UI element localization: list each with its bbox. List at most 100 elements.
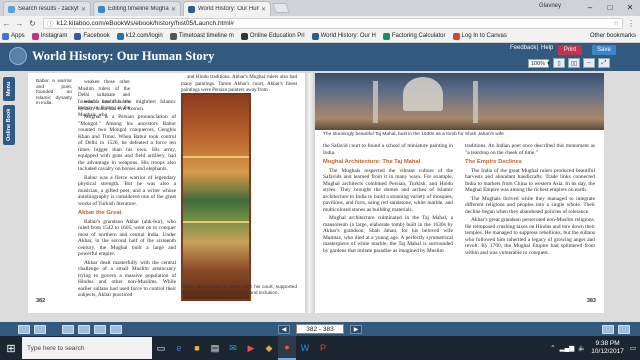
section-heading: Mughal Architecture: The Taj Mahal [323, 159, 421, 165]
bookmark-star-icon[interactable]: ☆ [613, 19, 619, 27]
edge-icon[interactable]: e [170, 336, 188, 360]
feedback-link[interactable]: Feedback [510, 45, 536, 51]
other-bookmarks[interactable]: Other bookmarks [590, 33, 636, 39]
close-tab-icon[interactable]: ✕ [261, 6, 266, 13]
minimize-icon[interactable]: – [580, 0, 600, 14]
media-player-icon[interactable]: ▶ [242, 336, 260, 360]
paragraph: would establish the mightiest Islamic dy… [78, 99, 176, 112]
page-range-input[interactable]: 382 - 383 [296, 324, 344, 334]
bookmark-canvas[interactable]: Log In to Canvas [452, 32, 507, 40]
photo-caption: The stunningly beautiful Taj Mahal, buil… [323, 132, 504, 137]
bookmark-page-icon [240, 32, 248, 40]
notifications-icon[interactable]: ▭ [630, 344, 636, 352]
bookmark-timetoast[interactable]: Timetoast timeline m [169, 32, 234, 40]
bookmark-label: Timetoast timeline m [178, 33, 234, 39]
powerpoint-icon[interactable]: P [314, 336, 332, 360]
show-hidden-icons-icon[interactable]: ⌃ [550, 344, 555, 352]
taskbar-search[interactable]: Type here to search [22, 337, 152, 359]
fit-width-icon[interactable]: ⇔ [583, 58, 595, 68]
k12-icon [116, 32, 124, 40]
settings-tool-icon[interactable] [618, 325, 630, 334]
paragraph: The Mughals thrived while they managed t… [465, 195, 595, 215]
app-icon[interactable]: ◆ [260, 336, 278, 360]
task-view-icon[interactable]: ▭ [152, 336, 170, 360]
next-page-icon[interactable]: ▶ [350, 325, 362, 334]
bookmark-factoring-calculator[interactable]: Factoring Calculator [382, 32, 446, 40]
book-gutter [305, 73, 315, 313]
menu-tab[interactable]: Menu [3, 77, 15, 101]
taskbar-clock[interactable]: 9:38 PM 10/12/2017 [591, 340, 624, 356]
close-tab-icon[interactable]: ✕ [81, 6, 86, 13]
network-icon[interactable]: ▂▄▆ [560, 344, 575, 352]
url-text: k12.kitaboo.com/eBookWs/ebook/history/hi… [56, 19, 234, 27]
bookmark-label: Facebook [83, 33, 110, 39]
tab-favicon-icon [188, 5, 195, 13]
minaret-shape [473, 81, 478, 123]
browser-menu-icon[interactable]: ⋮ [623, 19, 639, 28]
page-number-right: 383 [586, 298, 596, 304]
bookmark-apps[interactable]: Apps [2, 32, 25, 40]
section-heading: Akbar the Great [78, 210, 122, 216]
online-book-tab[interactable]: Online Book [3, 105, 15, 145]
timetoast-icon [169, 32, 177, 40]
back-icon[interactable]: ← [0, 19, 13, 28]
chrome-icon[interactable]: ● [278, 336, 296, 360]
bookmark-tool-icon[interactable] [18, 325, 30, 334]
profile-name[interactable]: Glavney [539, 3, 561, 9]
new-tab-button[interactable] [272, 3, 290, 13]
volume-icon[interactable]: 🔈 [578, 344, 586, 352]
bookmark-facebook[interactable]: Facebook [74, 32, 110, 40]
section-heading: The Empire Declines [465, 159, 523, 165]
windows-start-icon[interactable]: ⊞ [0, 336, 22, 360]
reload-icon[interactable]: ↻ [26, 19, 39, 28]
previous-page-icon[interactable]: ◀ [278, 325, 290, 334]
paragraph: and Hindu traditions. Akbar's Mughal rul… [181, 74, 297, 93]
tab-title: Editing timeline Mughal [108, 6, 169, 12]
bookmark-k12[interactable]: k12.com/login [116, 32, 163, 40]
bookmark-page-icon [311, 32, 319, 40]
browser-tab-editing-timeline[interactable]: Editing timeline Mughal ✕ [93, 1, 181, 16]
clock-date: 10/12/2017 [591, 348, 624, 355]
toc-tool-icon[interactable] [110, 325, 122, 334]
right-column-2-text: traditions. An Indian poet once describe… [465, 143, 595, 258]
store-icon[interactable]: ▤ [206, 336, 224, 360]
close-tab-icon[interactable]: ✕ [171, 6, 176, 13]
reader-footer: ◀ 382 - 383 ▶ [0, 322, 640, 336]
maximize-icon[interactable]: □ [600, 0, 620, 14]
search-placeholder: Type here to search [27, 344, 85, 352]
print-button[interactable]: Print [558, 45, 582, 55]
zoom-value: 100% [531, 60, 546, 67]
file-explorer-icon[interactable]: ■ [188, 336, 206, 360]
thumbnails-tool-icon[interactable] [602, 325, 614, 334]
info-icon[interactable]: ⓘ [47, 18, 54, 28]
help-link[interactable]: Help [541, 45, 553, 51]
paragraph: The Mughals respected the vibrant cultur… [323, 167, 453, 213]
ebook-header: World History: Our Human Story Feedback … [0, 43, 640, 71]
notes-tool-icon[interactable] [62, 325, 74, 334]
bookmark-world-history[interactable]: World History: Our H [311, 32, 376, 40]
painting-caption: Akbar, shown here at center with his cou… [181, 285, 297, 296]
word-icon[interactable]: W [296, 336, 314, 360]
taj-mahal-photo [315, 73, 604, 130]
double-page-view-icon[interactable]: ▯▯ [568, 58, 580, 68]
address-bar[interactable]: ⓘ k12.kitaboo.com/eBookWs/ebook/history/… [43, 17, 623, 29]
search-tool-icon[interactable] [94, 325, 106, 334]
mail-icon[interactable]: ✉ [224, 336, 242, 360]
tab-favicon-icon [98, 5, 105, 13]
browser-tab-search-results[interactable]: Search results - zackyfiv ✕ [3, 1, 91, 16]
single-page-view-icon[interactable]: ▯ [553, 58, 565, 68]
pen-tool-icon[interactable] [78, 325, 90, 334]
bookmark-online-education[interactable]: Online Education Pri [240, 32, 305, 40]
highlight-tool-icon[interactable] [34, 325, 46, 334]
save-button[interactable]: Save [592, 45, 616, 55]
help-separator: | [537, 45, 539, 51]
bookmark-instagram[interactable]: Instagram [31, 32, 67, 40]
paragraph: The India of the great Mughal rulers pro… [465, 167, 595, 194]
close-window-icon[interactable]: ✕ [620, 0, 640, 14]
forward-icon[interactable]: → [13, 19, 26, 28]
browser-tab-world-history[interactable]: World History: Our Hum ✕ [183, 1, 271, 16]
minaret-shape [373, 81, 378, 123]
zoom-select[interactable]: 100% ▾ [528, 59, 550, 68]
fullscreen-icon[interactable]: ⤢ [598, 58, 610, 68]
bookmarks-bar: Apps Instagram Facebook k12.com/login Ti… [0, 30, 640, 43]
